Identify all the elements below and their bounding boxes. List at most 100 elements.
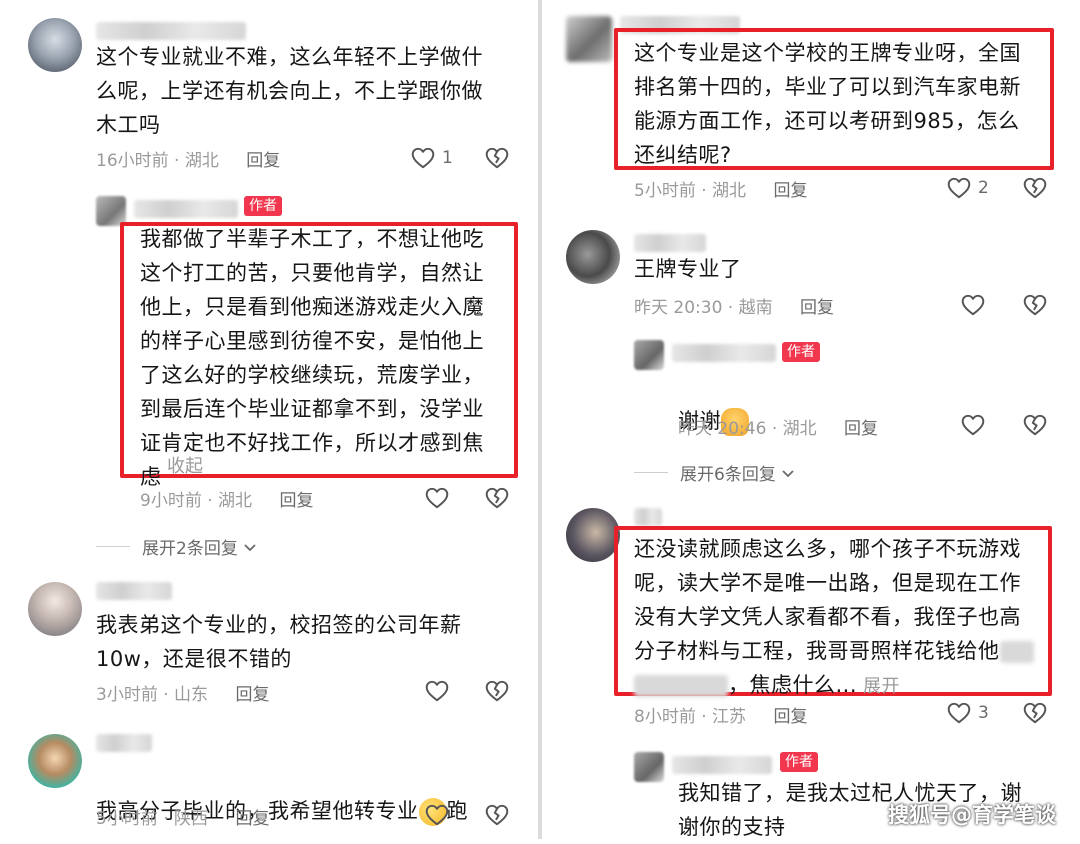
comment-time: 5小时前 <box>96 809 158 829</box>
broken-heart-icon <box>484 678 510 704</box>
comment-time: 9小时前 <box>140 491 202 511</box>
avatar[interactable] <box>566 508 620 562</box>
comment-meta: 5小时前 · 湖北 回复 <box>634 181 808 201</box>
reply-button[interactable]: 回复 <box>844 419 878 439</box>
dislike-button[interactable] <box>1022 175 1048 201</box>
like-count: 1 <box>442 148 453 168</box>
dislike-button[interactable] <box>484 145 510 171</box>
comment-meta: 5小时前 · 陕西 回复 <box>96 809 270 829</box>
comment-location: 湖北 <box>184 151 219 171</box>
comment-meta: 8小时前 · 江苏 回复 <box>634 707 808 727</box>
chevron-down-icon <box>780 465 796 481</box>
right-screenshot-panel: 这个专业是这个学校的王牌专业呀，全国 排名第十四的，毕业了可以到汽车家电新 能源… <box>542 0 1080 839</box>
like-button[interactable] <box>424 802 450 828</box>
collapse-link[interactable]: 收起 <box>167 452 203 478</box>
expand-text-link[interactable]: 展开 <box>863 676 900 697</box>
comment-location: 湖北 <box>218 491 253 511</box>
comment-time: 昨天 20:30 <box>634 298 723 318</box>
like-button[interactable] <box>424 678 450 704</box>
avatar[interactable] <box>634 752 664 782</box>
comment-meta: 16小时前 · 湖北 回复 <box>96 151 281 171</box>
like-count: 2 <box>978 178 989 198</box>
avatar[interactable] <box>28 734 82 788</box>
reply-button[interactable]: 回复 <box>246 151 280 171</box>
comment-location: 湖北 <box>782 419 817 439</box>
divider <box>634 472 668 473</box>
chevron-down-icon <box>242 539 258 555</box>
avatar[interactable] <box>28 582 82 636</box>
reply-button[interactable]: 回复 <box>235 685 269 705</box>
left-screenshot-panel: 这个专业就业不难，这么年轻不上学做什 么呢，上学还有机会向上，不上学跟你做 木工… <box>0 0 538 839</box>
comment-meta: 昨天 20:30 · 越南 回复 <box>634 298 835 318</box>
comment-time: 16小时前 <box>96 151 169 171</box>
dislike-button[interactable] <box>1022 292 1048 318</box>
broken-heart-icon <box>1022 412 1048 438</box>
username-blurred[interactable] <box>634 234 706 252</box>
username-blurred[interactable] <box>96 582 172 600</box>
like-count: 3 <box>978 703 989 723</box>
like-button[interactable]: 2 <box>946 175 989 201</box>
reply-button[interactable]: 回复 <box>800 298 834 318</box>
divider <box>96 546 130 547</box>
avatar[interactable] <box>28 18 82 72</box>
dislike-button[interactable] <box>484 678 510 704</box>
broken-heart-icon <box>484 485 510 511</box>
avatar[interactable] <box>634 340 664 370</box>
heart-icon <box>410 145 436 171</box>
expand-replies-button[interactable]: 展开6条回复 <box>634 460 796 485</box>
expand-replies-button[interactable]: 展开2条回复 <box>96 534 258 559</box>
username-blurred[interactable] <box>634 508 662 526</box>
heart-icon <box>424 485 450 511</box>
redacted-text <box>634 675 728 697</box>
like-button[interactable]: 1 <box>410 145 453 171</box>
comment-time: 3小时前 <box>96 685 158 705</box>
avatar[interactable] <box>566 16 612 62</box>
redacted-text <box>999 641 1034 663</box>
username-blurred[interactable] <box>672 344 776 362</box>
avatar[interactable] <box>566 230 620 284</box>
comment-location: 越南 <box>738 298 773 318</box>
broken-heart-icon <box>1022 175 1048 201</box>
username-blurred[interactable] <box>672 756 772 774</box>
reply-button[interactable]: 回复 <box>235 809 269 829</box>
comment-time: 昨天 20:46 <box>678 419 767 439</box>
comment-text: 我表弟这个专业的，校招签的公司年薪 10w，还是很不错的 <box>96 613 462 671</box>
author-badge: 作者 <box>782 342 820 362</box>
like-button[interactable] <box>424 485 450 511</box>
broken-heart-icon <box>1022 292 1048 318</box>
comment-text: 这个专业是这个学校的王牌专业呀，全国 排名第十四的，毕业了可以到汽车家电新 能源… <box>634 41 1021 167</box>
comment-meta: 昨天 20:46 · 湖北 回复 <box>678 419 879 439</box>
username-blurred[interactable] <box>96 734 152 752</box>
author-badge: 作者 <box>244 196 282 216</box>
heart-icon <box>960 412 986 438</box>
comment-location: 湖北 <box>712 181 747 201</box>
dislike-button[interactable] <box>1022 412 1048 438</box>
comment-location: 江苏 <box>712 707 747 727</box>
broken-heart-icon <box>484 802 510 828</box>
like-button[interactable] <box>960 292 986 318</box>
comment-time: 8小时前 <box>634 707 696 727</box>
username-blurred[interactable] <box>96 22 246 40</box>
comment-text: 还没读就顾虑这么多，哪个孩子不玩游戏 呢，读大学不是唯一出路，但是现在工作 没有… <box>634 532 1048 704</box>
like-button[interactable] <box>960 412 986 438</box>
heart-icon <box>946 700 972 726</box>
like-button[interactable]: 3 <box>946 700 989 726</box>
broken-heart-icon <box>1022 700 1048 726</box>
username-blurred[interactable] <box>134 200 238 218</box>
dislike-button[interactable] <box>484 802 510 828</box>
heart-icon <box>946 175 972 201</box>
comment-meta: 9小时前 · 湖北 回复 <box>140 491 314 511</box>
reply-button[interactable]: 回复 <box>773 181 807 201</box>
author-badge: 作者 <box>780 752 818 772</box>
comment-location: 陕西 <box>174 809 209 829</box>
comment-location: 山东 <box>174 685 209 705</box>
reply-button[interactable]: 回复 <box>279 491 313 511</box>
dislike-button[interactable] <box>1022 700 1048 726</box>
reply-button[interactable]: 回复 <box>773 707 807 727</box>
dislike-button[interactable] <box>484 485 510 511</box>
comment-time: 5小时前 <box>634 181 696 201</box>
heart-icon <box>960 292 986 318</box>
heart-icon <box>424 678 450 704</box>
comment-text: 王牌专业了 <box>634 257 742 281</box>
broken-heart-icon <box>484 145 510 171</box>
